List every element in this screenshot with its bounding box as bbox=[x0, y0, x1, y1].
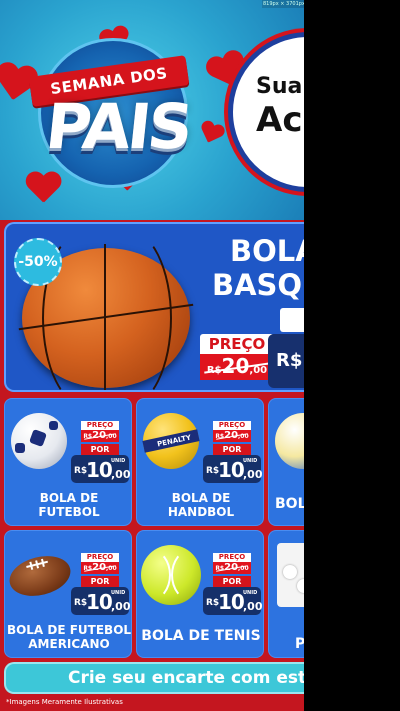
canvas-size-label: 819px × 3701px bbox=[262, 0, 304, 8]
product-name: BOLA DE TENIS bbox=[141, 628, 261, 644]
hero-title: BOLA BASQ bbox=[212, 234, 304, 302]
product-card-ping-pong: P bbox=[268, 530, 304, 658]
logo-word: PAIS bbox=[42, 90, 194, 163]
heart-icon bbox=[25, 172, 61, 204]
handball-icon: PENALTY bbox=[142, 413, 200, 469]
price-block: PREÇO R$20,00 POR R$ 10 UNID ,00 bbox=[203, 553, 263, 615]
product-name: BOL bbox=[275, 496, 304, 512]
product-card-soccer: PREÇO R$20,00 POR R$ 10 UNID ,00 BOLA DE FUT… bbox=[4, 398, 132, 526]
product-name: BOLA DE FUTEBOL AMERICANO bbox=[6, 623, 132, 651]
price-block: PREÇO R$20,00 POR R$ 10 UNID ,00 bbox=[71, 553, 131, 615]
price-block: PREÇO R$20,00 POR R$ 10 UNID ,00 bbox=[71, 421, 131, 483]
product-card-volleyball: BOL bbox=[268, 398, 304, 526]
product-name: P bbox=[269, 637, 304, 651]
header-banner: SEMANA DOS PAIS Sua Ac bbox=[0, 0, 304, 220]
offer-text-line1: Sua bbox=[256, 74, 303, 99]
product-card-tennis: PREÇO R$20,00 POR R$ 10 UNID ,00 BOLA DE TE… bbox=[136, 530, 264, 658]
offer-text-line2: Ac bbox=[256, 100, 303, 140]
flyer-canvas: SEMANA DOS PAIS Sua Ac -50% BOLA BASQ PR… bbox=[0, 0, 304, 711]
volleyball-icon bbox=[275, 413, 304, 469]
discount-badge: -50% bbox=[14, 238, 62, 286]
hero-old-price: PREÇO R$20,00 bbox=[200, 334, 274, 380]
ping-pong-balls-icon bbox=[277, 543, 304, 607]
hero-tab bbox=[280, 308, 304, 332]
soccer-ball-icon bbox=[11, 413, 67, 469]
offscreen-area bbox=[304, 0, 400, 711]
price-block: PREÇO R$20,00 POR R$ 10 UNID ,00 bbox=[203, 421, 263, 483]
product-name: BOLA DE FUTEBOL bbox=[38, 491, 100, 519]
hero-new-price: R$ bbox=[268, 334, 304, 388]
disclaimer: *Imagens Meramente Ilustrativas bbox=[6, 698, 123, 706]
product-card-handball: PENALTY PREÇO R$20,00 POR R$ 10 UNID ,00 BO… bbox=[136, 398, 264, 526]
product-name: BOLA DE HANDBOL bbox=[167, 491, 235, 519]
product-card-american-football: PREÇO R$20,00 POR R$ 10 UNID ,00 BOLA DE FU… bbox=[4, 530, 132, 658]
create-flyer-button[interactable]: Crie seu encarte com este te bbox=[4, 662, 304, 694]
hero-product: -50% BOLA BASQ PREÇO R$20,00 R$ bbox=[4, 222, 304, 392]
tennis-ball-icon bbox=[141, 545, 201, 605]
american-football-icon bbox=[5, 550, 75, 602]
